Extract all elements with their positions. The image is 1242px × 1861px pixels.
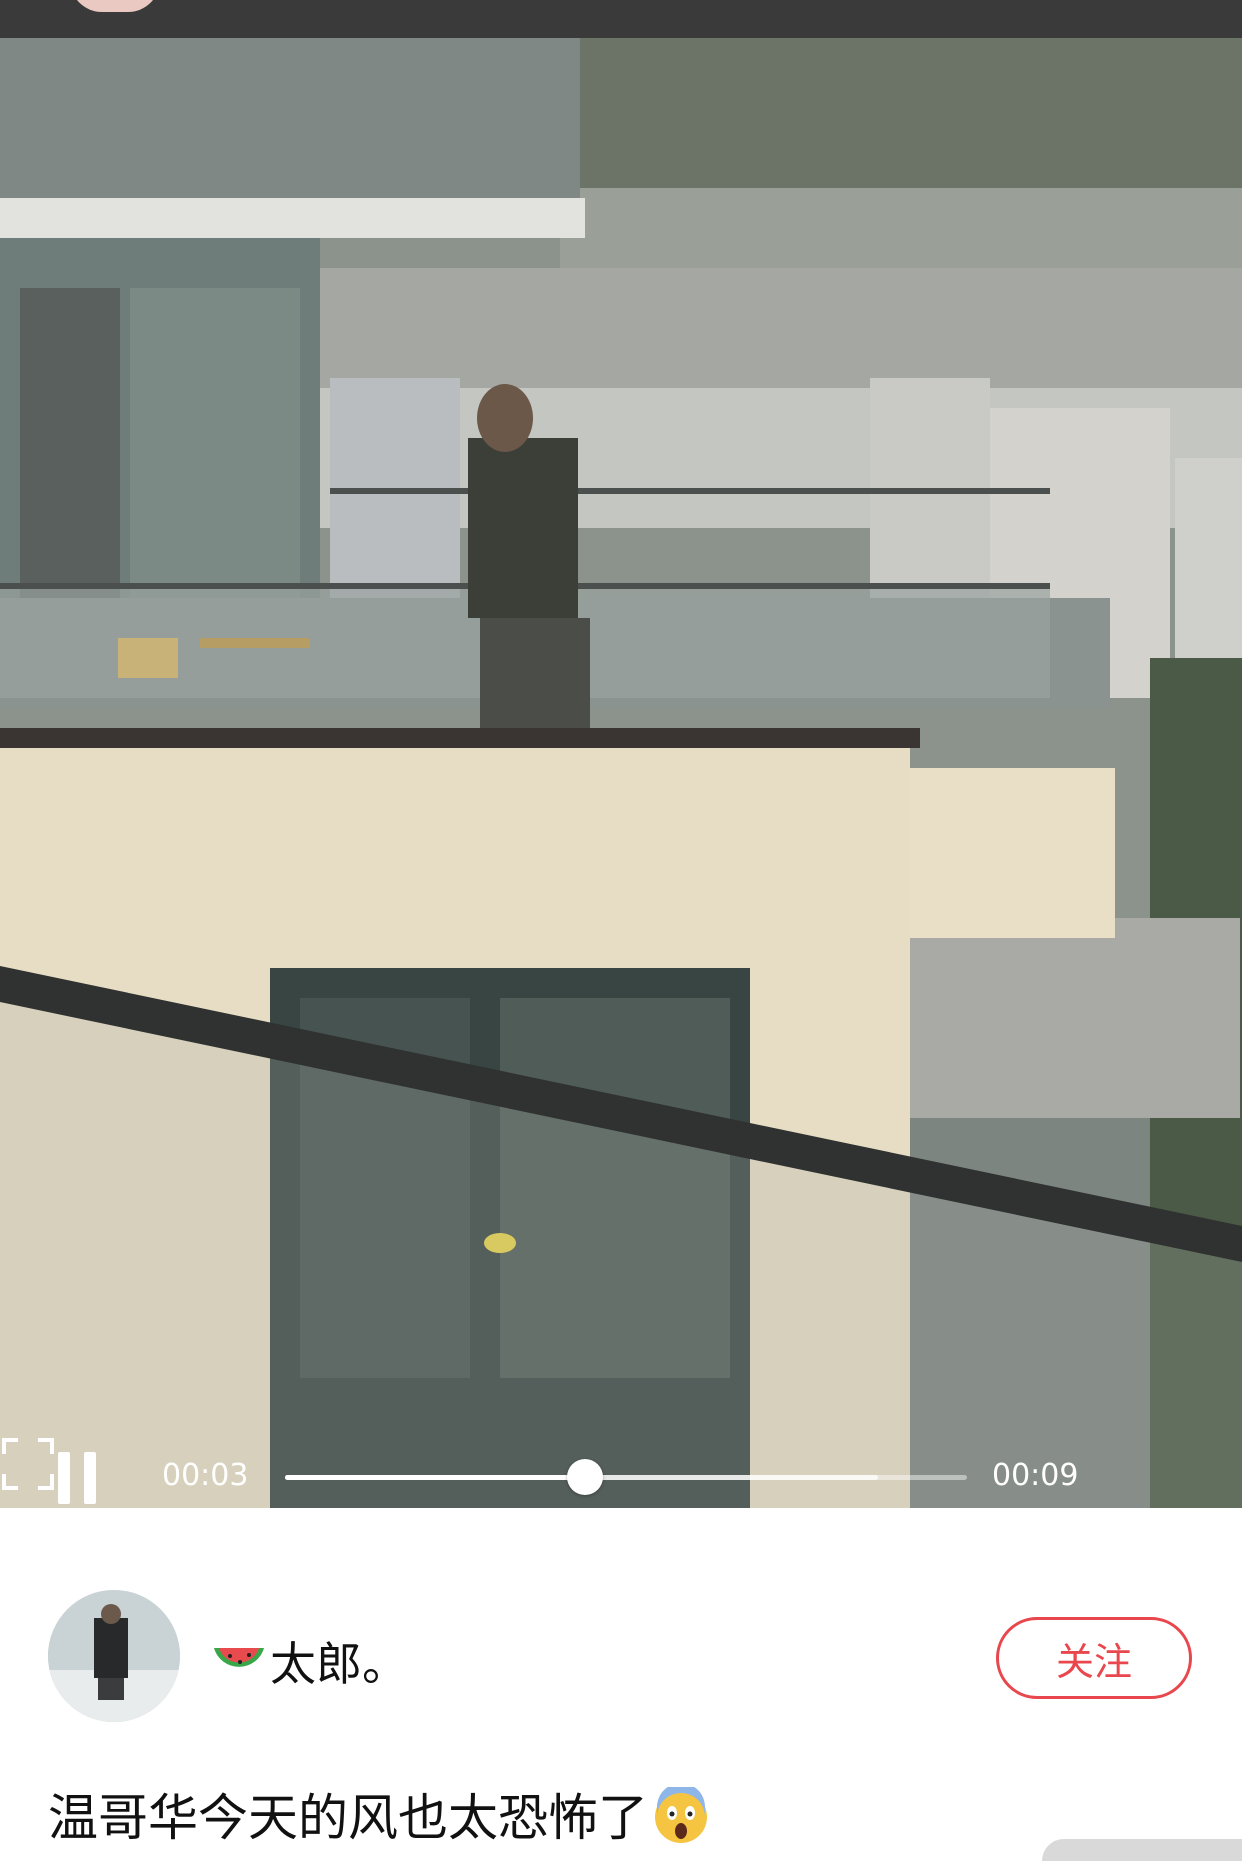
video-player[interactable]: 00:03 00:09 [0, 38, 1242, 1508]
current-time: 00:03 [162, 1458, 249, 1493]
progress-bar[interactable] [285, 1459, 967, 1495]
total-time: 00:09 [992, 1458, 1079, 1493]
author-name[interactable]: 太郎。 [212, 1628, 408, 1694]
top-avatar-partial [70, 0, 160, 12]
watermelon-icon [214, 1648, 264, 1667]
avatar[interactable] [48, 1590, 180, 1722]
video-controls: 00:03 00:09 [0, 1436, 1242, 1508]
played-bar [285, 1475, 586, 1480]
fullscreen-icon[interactable] [0, 1436, 56, 1492]
post-caption: 温哥华今天的风也太恐怖了 [48, 1778, 710, 1850]
progress-thumb[interactable] [567, 1459, 604, 1495]
bottom-edge-decoration [1042, 1839, 1242, 1861]
caption-text: 温哥华今天的风也太恐怖了 [48, 1789, 648, 1847]
author-name-text: 太郎。 [270, 1637, 408, 1691]
video-frame [0, 38, 1242, 1508]
author-row: 太郎。 关注 [0, 1590, 1242, 1725]
follow-button[interactable]: 关注 [996, 1617, 1192, 1699]
screaming-face-icon [655, 1787, 707, 1843]
pause-icon[interactable] [54, 1452, 100, 1504]
top-bar [0, 0, 1242, 38]
